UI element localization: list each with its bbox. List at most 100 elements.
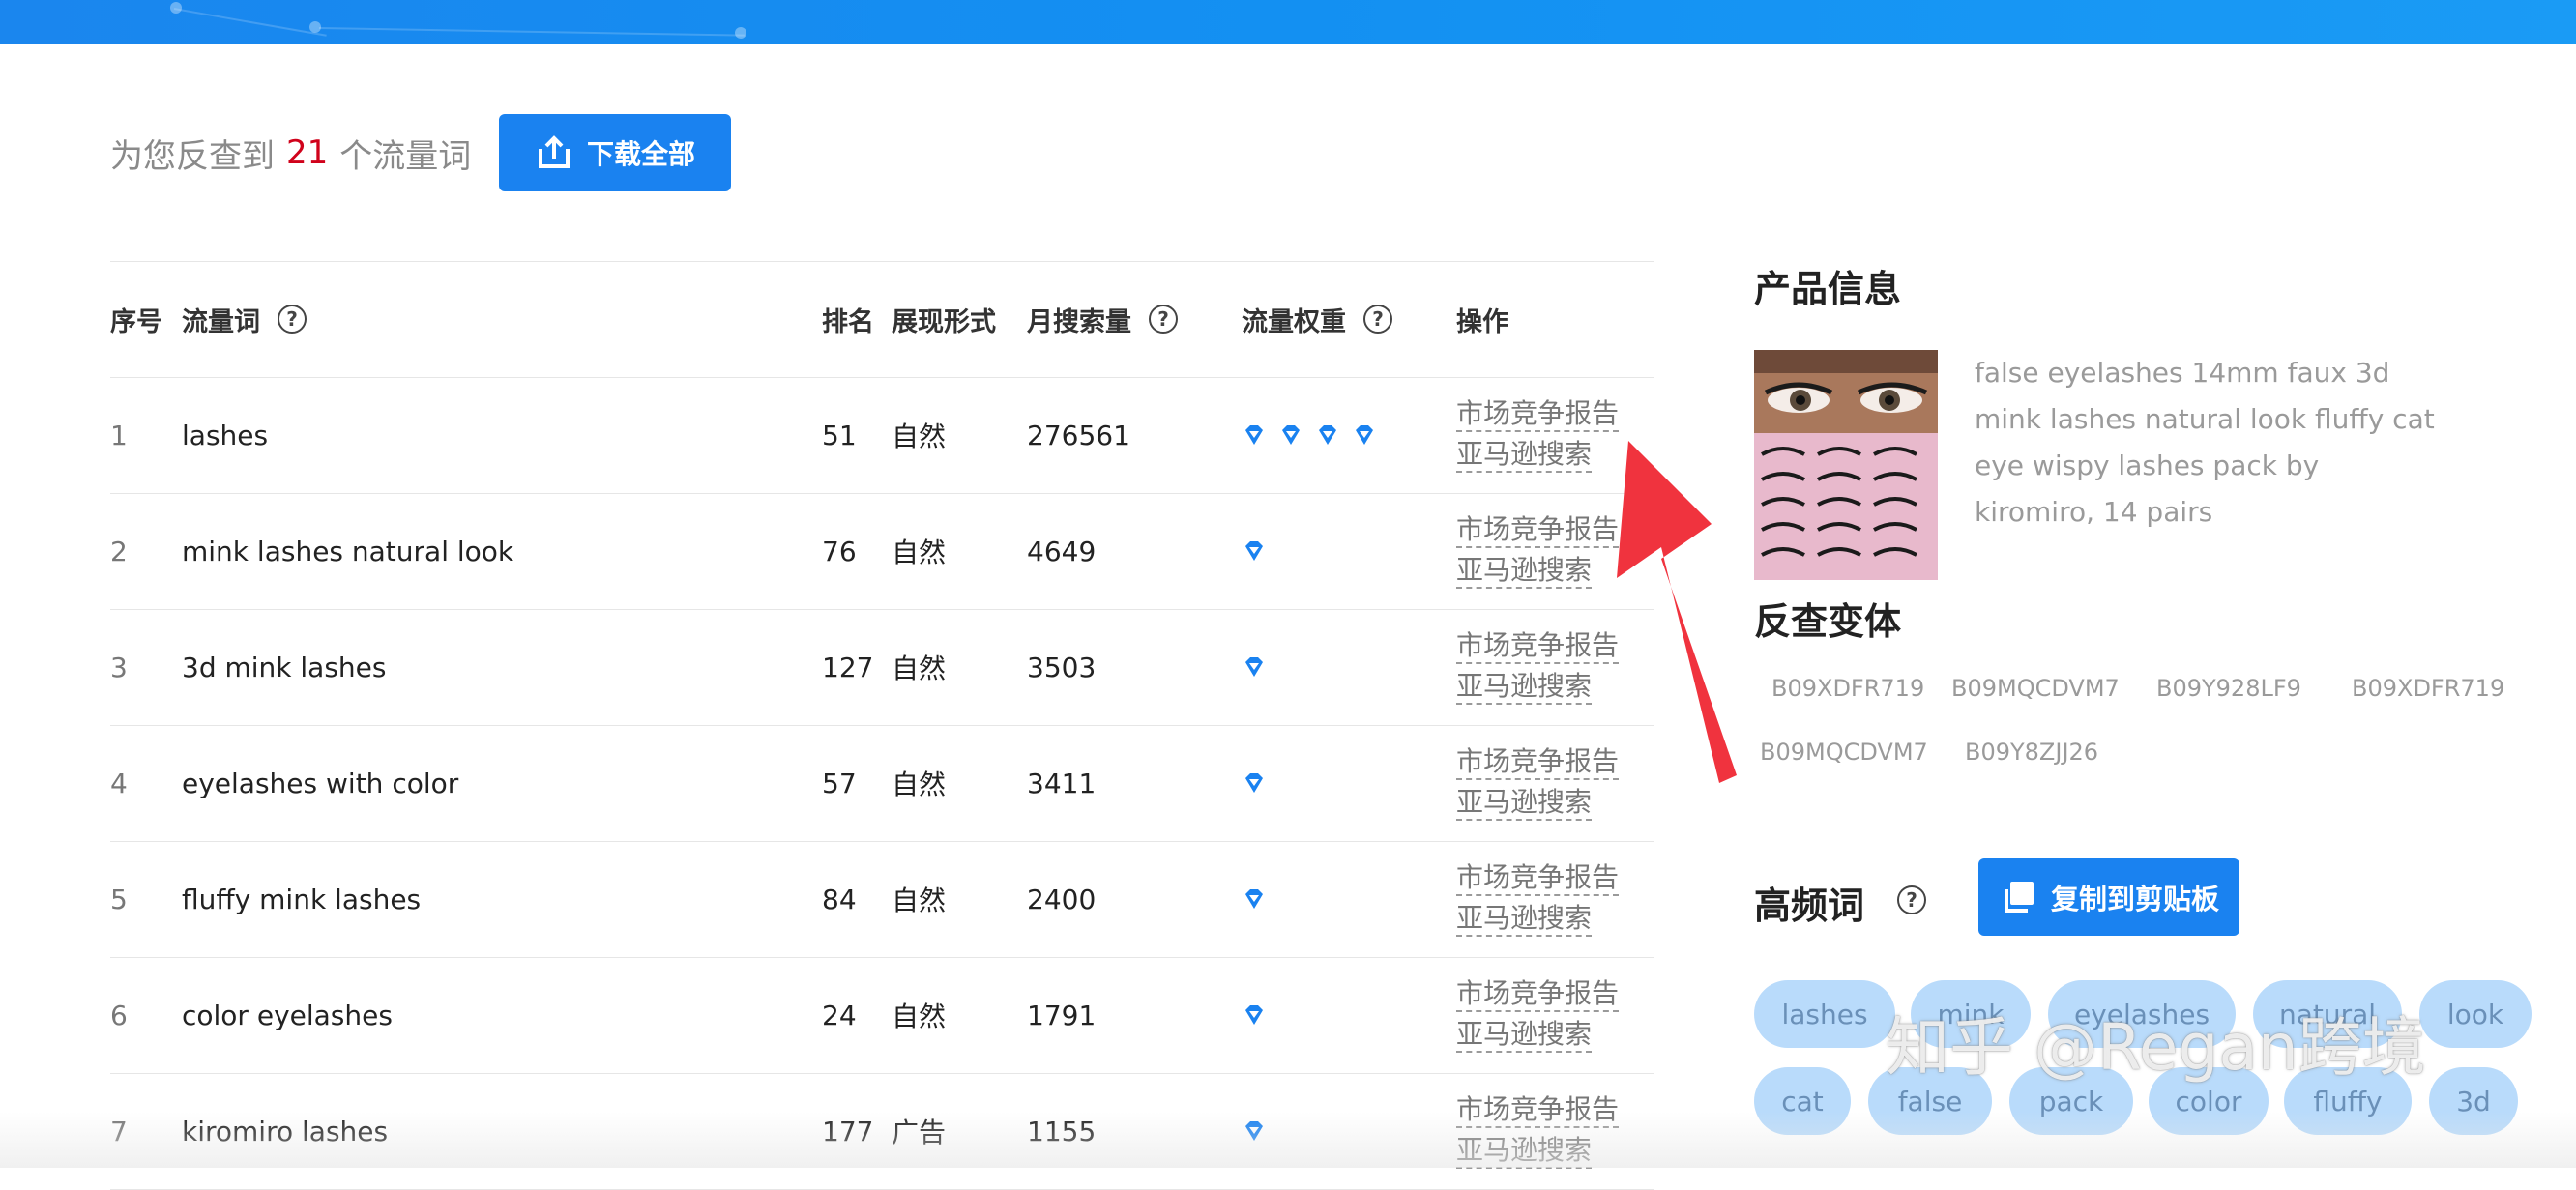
amazon-search-link[interactable]: 亚马逊搜索 [1456,1134,1593,1169]
row-monthly: 276561 [1027,419,1130,451]
row-weight [1242,957,1278,1073]
row-monthly: 3503 [1027,651,1097,683]
row-no: 1 [110,419,128,451]
variant-asin[interactable]: B09MQCDVM7 [1760,739,1928,766]
header-monthly: 月搜索量 ? [1027,261,1178,377]
diamond-icon [1356,425,1373,445]
row-keyword: eyelashes with color [182,767,459,799]
header-weight-label: 流量权重 [1242,306,1346,337]
diamond-icon [1245,1005,1263,1025]
row-display: 自然 [892,421,947,452]
header-monthly-label: 月搜索量 [1027,306,1131,337]
header-keyword-label: 流量词 [182,306,260,337]
amazon-search-link[interactable]: 亚马逊搜索 [1456,902,1593,937]
annotation-arrow [1617,441,1737,783]
row-no: 5 [110,883,128,915]
copy-to-clipboard-button[interactable]: 复制到剪贴板 [1978,858,2239,936]
table-row: 3 3d mink lashes 127 自然 3503 市场竞争报告 亚马逊搜索 [110,609,1654,725]
keyword-tag[interactable]: lashes [1754,980,1895,1048]
help-icon[interactable]: ? [1897,885,1926,914]
market-report-link[interactable]: 市场竞争报告 [1456,397,1620,432]
row-ops: 市场竞争报告 亚马逊搜索 [1456,609,1620,725]
row-weight [1242,725,1278,841]
help-icon[interactable]: ? [1363,305,1392,334]
product-image [1754,350,1938,580]
variant-asin[interactable]: B09XDFR719 [1771,675,1924,702]
amazon-search-link[interactable]: 亚马逊搜索 [1456,1018,1593,1053]
row-ops: 市场竞争报告 亚马逊搜索 [1456,957,1620,1073]
row-keyword: 3d mink lashes [182,651,387,683]
banner-line [318,27,745,37]
header-weight: 流量权重 ? [1242,261,1392,377]
table-row: 4 eyelashes with color 57 自然 3411 市场竞争报告 亚马逊搜索 [110,725,1654,841]
row-rank: 57 [822,767,857,799]
row-rank: 76 [822,535,857,567]
row-no: 7 [110,1115,128,1147]
row-display: 广告 [892,1117,947,1148]
market-report-link[interactable]: 市场竞争报告 [1456,977,1620,1012]
variant-asin[interactable]: B09Y928LF9 [2156,675,2301,702]
row-rank: 177 [822,1115,874,1147]
row-ops: 市场竞争报告 亚马逊搜索 [1456,725,1620,841]
table-row: 1 lashes 51 自然 276561 市场竞争报告 亚马逊搜索 [110,377,1654,493]
result-summary: 为您反查到 21 个流量词 [110,114,471,191]
row-ops: 市场竞争报告 亚马逊搜索 [1456,841,1620,957]
row-weight [1242,841,1278,957]
row-display: 自然 [892,1001,947,1032]
amazon-search-link[interactable]: 亚马逊搜索 [1456,438,1593,473]
variant-asin[interactable]: B09Y8ZJJ26 [1965,739,2098,766]
high-frequency-title: 高频词 [1754,885,1865,927]
product-description: false eyelashes 14mm faux 3d mink lashes… [1975,357,2435,528]
row-ops: 市场竞争报告 亚马逊搜索 [1456,377,1620,493]
market-report-link[interactable]: 市场竞争报告 [1456,861,1620,896]
help-icon[interactable]: ? [1149,305,1178,334]
market-report-link[interactable]: 市场竞争报告 [1456,1093,1620,1128]
amazon-search-link[interactable]: 亚马逊搜索 [1456,554,1593,589]
diamond-icon [1282,425,1300,445]
row-display: 自然 [892,537,947,568]
diamond-icon [1245,541,1263,561]
header-display: 展现形式 [892,306,996,337]
variant-asin[interactable]: B09MQCDVM7 [1951,675,2120,702]
row-no: 3 [110,651,128,683]
watermark: 知乎 @Regan跨境 [1886,1010,2426,1085]
copy-label: 复制到剪贴板 [2050,883,2219,915]
copy-icon [2004,882,2034,913]
table-row: 7 kiromiro lashes 177 广告 1155 市场竞争报告 亚马逊搜索 [110,1073,1654,1189]
market-report-link[interactable]: 市场竞争报告 [1456,629,1620,664]
banner-dot [735,27,746,39]
keyword-tag[interactable]: cat [1754,1067,1851,1135]
row-weight [1242,377,1389,493]
row-rank: 24 [822,999,857,1031]
row-keyword: fluffy mink lashes [182,883,422,915]
row-ops: 市场竞争报告 亚马逊搜索 [1456,1073,1620,1189]
row-display: 自然 [892,769,947,800]
banner-line [173,8,327,37]
row-keyword: kiromiro lashes [182,1115,389,1147]
download-all-button[interactable]: 下载全部 [499,114,731,191]
amazon-search-link[interactable]: 亚马逊搜索 [1456,786,1593,821]
keyword-tag[interactable]: 3d [2429,1067,2518,1135]
row-monthly: 2400 [1027,883,1097,915]
result-count: 21 [286,133,329,172]
diamond-icon [1319,425,1336,445]
amazon-search-link[interactable]: 亚马逊搜索 [1456,670,1593,705]
row-no: 4 [110,767,128,799]
upload-icon [538,135,570,168]
row-monthly: 3411 [1027,767,1097,799]
diamond-icon [1245,889,1263,909]
header-ops: 操作 [1456,306,1508,337]
keyword-tag[interactable]: look [2419,980,2532,1048]
variant-asin[interactable]: B09XDFR719 [2352,675,2504,702]
market-report-link[interactable]: 市场竞争报告 [1456,513,1620,548]
market-report-link[interactable]: 市场竞争报告 [1456,745,1620,780]
product-info-title: 产品信息 [1754,268,1902,310]
summary-suffix: 个流量词 [339,136,472,176]
header-rank: 排名 [822,306,874,337]
table-row: 5 fluffy mink lashes 84 自然 2400 市场竞争报告 亚马逊搜索 [110,841,1654,957]
top-banner [0,0,2576,44]
diamond-icon [1245,1121,1263,1141]
diamond-icon [1245,425,1263,445]
help-icon[interactable]: ? [278,305,307,334]
row-ops: 市场竞争报告 亚马逊搜索 [1456,493,1620,609]
